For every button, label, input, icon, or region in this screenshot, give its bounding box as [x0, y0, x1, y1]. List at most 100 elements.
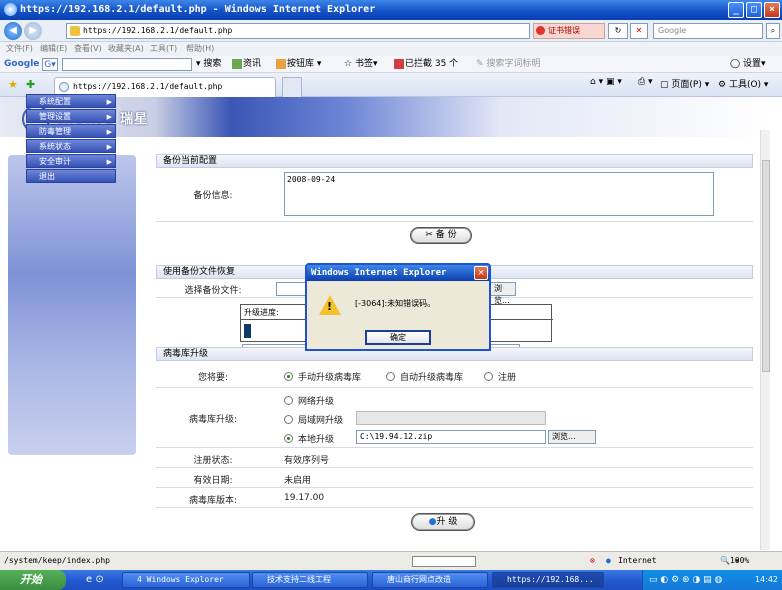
- print-icon[interactable]: ⎙ ▾: [638, 77, 653, 87]
- address-toolbar: ◀ ▶ https://192.168.2.1/default.php 证书错误…: [0, 20, 782, 42]
- button-gallery[interactable]: 按钮库 ▾: [276, 56, 321, 73]
- chevron-right-icon: ▶: [106, 158, 112, 166]
- update-mode-row: 您将要: 手动升级病毒库 自动升级病毒库 注册: [156, 362, 753, 388]
- vertical-scrollbar[interactable]: [760, 130, 770, 550]
- forward-icon[interactable]: ▶: [24, 22, 42, 40]
- google-search-input[interactable]: [62, 58, 192, 71]
- menu-help[interactable]: 帮助(H): [186, 42, 214, 56]
- zoom-control[interactable]: 🔍 100% ▾: [720, 552, 749, 570]
- radio-register[interactable]: 注册: [484, 370, 516, 383]
- local-browse-button[interactable]: 浏览...: [548, 430, 596, 444]
- google-toolbar: Google G▾ ▾ 搜索 资讯 按钮库 ▾ ☆ 书签▾ 已拦截 35 个 ✎…: [0, 56, 782, 73]
- backup-info-row: 备份信息: 2008-09-24: [156, 168, 753, 222]
- popup-blocker[interactable]: 已拦截 35 个: [394, 56, 458, 73]
- system-tray: ▭ ◐ ⚙ ⊛ ◑ ▤ ◍ 14:42: [642, 570, 782, 590]
- news-icon: [232, 58, 242, 69]
- radio-manual[interactable]: 手动升级病毒库: [284, 370, 361, 383]
- page-menu[interactable]: ▢ 页面(P) ▾: [660, 77, 709, 90]
- radio-off-icon: [284, 415, 293, 424]
- warning-exclamation: !: [327, 300, 333, 313]
- lan-address-input[interactable]: [356, 411, 546, 425]
- radio-auto[interactable]: 自动升级病毒库: [386, 370, 463, 383]
- reg-status-row: 注册状态: 有效序列号: [156, 448, 753, 468]
- home-icon[interactable]: ⌂ ▾ ▣ ▾: [590, 77, 622, 87]
- radio-off-icon: [284, 396, 293, 405]
- clock: 14:42: [754, 575, 778, 584]
- chevron-right-icon: ▶: [106, 143, 112, 151]
- settings-button[interactable]: ◯ 设置▾: [730, 56, 765, 73]
- status-url: /system/keep/index.php: [4, 556, 110, 565]
- search-icon[interactable]: ⌕: [766, 23, 780, 39]
- maximize-button[interactable]: □: [746, 2, 762, 18]
- tools-menu[interactable]: ⚙ 工具(O) ▾: [718, 77, 768, 90]
- sidebar-item-logout[interactable]: 退出: [26, 169, 116, 183]
- news-button[interactable]: 资讯: [232, 56, 261, 73]
- minimize-button[interactable]: _: [728, 2, 744, 18]
- taskbar-item-ie[interactable]: https://192.168...: [492, 572, 604, 588]
- search-input[interactable]: Google: [653, 23, 763, 39]
- menu-file[interactable]: 文件(F): [6, 42, 33, 56]
- radio-on-icon: [284, 434, 293, 443]
- progress-label: 升级进度:: [244, 308, 279, 317]
- tray-icons[interactable]: ▭ ◐ ⚙ ⊛ ◑ ▤ ◍: [649, 570, 722, 590]
- window-title-bar[interactable]: https://192.168.2.1/default.php - Window…: [0, 0, 782, 20]
- tab-bar: ★ ✚ https://192.168.2.1/default.php ⌂ ▾ …: [0, 73, 782, 97]
- restore-browse-button[interactable]: 浏览...: [490, 282, 516, 305]
- backup-info-value: 2008-09-24: [287, 175, 336, 184]
- sidebar-item-status[interactable]: 系统状态 ▶: [26, 139, 116, 153]
- google-search-button[interactable]: ▾ 搜索: [196, 56, 221, 73]
- window-title: https://192.168.2.1/default.php - Window…: [20, 4, 376, 15]
- highlight-button[interactable]: ✎ 搜索字词标明: [476, 56, 540, 73]
- menu-view[interactable]: 查看(V): [74, 42, 102, 56]
- update-source-label: 病毒库升级:: [188, 415, 238, 425]
- backup-info-textarea[interactable]: 2008-09-24: [284, 172, 714, 216]
- certificate-error-button[interactable]: 证书错误: [533, 23, 605, 39]
- backup-button[interactable]: ✂ 备 份: [410, 227, 472, 244]
- chevron-right-icon: ▶: [106, 113, 112, 121]
- menu-edit[interactable]: 编辑(E): [40, 42, 67, 56]
- backup-section-title: 备份当前配置: [156, 154, 753, 168]
- google-menu[interactable]: G▾: [42, 58, 58, 71]
- radio-network[interactable]: 网络升级: [284, 394, 334, 407]
- dialog-close-button[interactable]: ×: [474, 266, 488, 280]
- menu-favorites[interactable]: 收藏夹(A): [108, 42, 144, 56]
- bookmarks-button[interactable]: ☆ 书签▾: [344, 56, 377, 73]
- close-button[interactable]: ×: [764, 2, 780, 18]
- quick-launch-icons[interactable]: e ⊙: [86, 570, 104, 590]
- dialog-title[interactable]: Windows Internet Explorer: [307, 265, 489, 281]
- expire-label: 有效日期:: [193, 476, 233, 486]
- error-dialog: Windows Internet Explorer × ! [-3064]:未知…: [305, 263, 491, 351]
- sidebar-item-audit[interactable]: 安全审计 ▶: [26, 154, 116, 168]
- sidebar-item-management[interactable]: 管理设置 ▶: [26, 109, 116, 123]
- version-value: 19.17.00: [284, 493, 325, 503]
- chevron-right-icon: ▶: [106, 128, 112, 136]
- dialog-ok-button[interactable]: 确定: [365, 330, 431, 345]
- lock-icon: [70, 26, 80, 36]
- scrollbar-thumb[interactable]: [762, 160, 770, 372]
- back-icon[interactable]: ◀: [4, 22, 22, 40]
- ie-icon: [4, 3, 17, 16]
- menu-tools[interactable]: 工具(T): [150, 42, 177, 56]
- dialog-message: [-3064]:未知错误码。: [355, 299, 436, 308]
- taskbar-item-explorer[interactable]: 4 Windows Explorer: [122, 572, 250, 588]
- update-source-row: 病毒库升级: 网络升级 局域网升级 本地升级 C:\19.94.12.zip 浏…: [156, 388, 753, 448]
- radio-lan[interactable]: 局域网升级: [284, 413, 343, 426]
- address-bar[interactable]: https://192.168.2.1/default.php: [66, 23, 530, 39]
- refresh-icon[interactable]: ↻: [608, 23, 628, 39]
- add-favorite-icon[interactable]: ✚: [26, 78, 35, 91]
- google-logo: Google: [4, 59, 40, 69]
- favorites-star-icon[interactable]: ★: [8, 78, 18, 91]
- restore-file-label: 选择备份文件:: [184, 286, 242, 296]
- new-tab-button[interactable]: [282, 77, 302, 97]
- taskbar: 开始 e ⊙ 4 Windows Explorer 技术支持二线工程 唐山商行网…: [0, 570, 782, 590]
- start-button[interactable]: 开始: [0, 570, 66, 590]
- sidebar-item-system-config[interactable]: 系统配置 ▶: [26, 94, 116, 108]
- status-bar: /system/keep/index.php ⊗ ● Internet 🔍 100…: [0, 551, 782, 570]
- upgrade-button[interactable]: ●升 级: [411, 513, 475, 531]
- taskbar-item-doc1[interactable]: 技术支持二线工程: [252, 572, 368, 588]
- taskbar-item-doc2[interactable]: 唐山商行网点改造: [372, 572, 488, 588]
- local-path-input[interactable]: C:\19.94.12.zip: [356, 430, 546, 444]
- sidebar-item-antivirus[interactable]: 防毒管理 ▶: [26, 124, 116, 138]
- stop-icon[interactable]: ✕: [630, 23, 648, 39]
- radio-local[interactable]: 本地升级: [284, 432, 334, 445]
